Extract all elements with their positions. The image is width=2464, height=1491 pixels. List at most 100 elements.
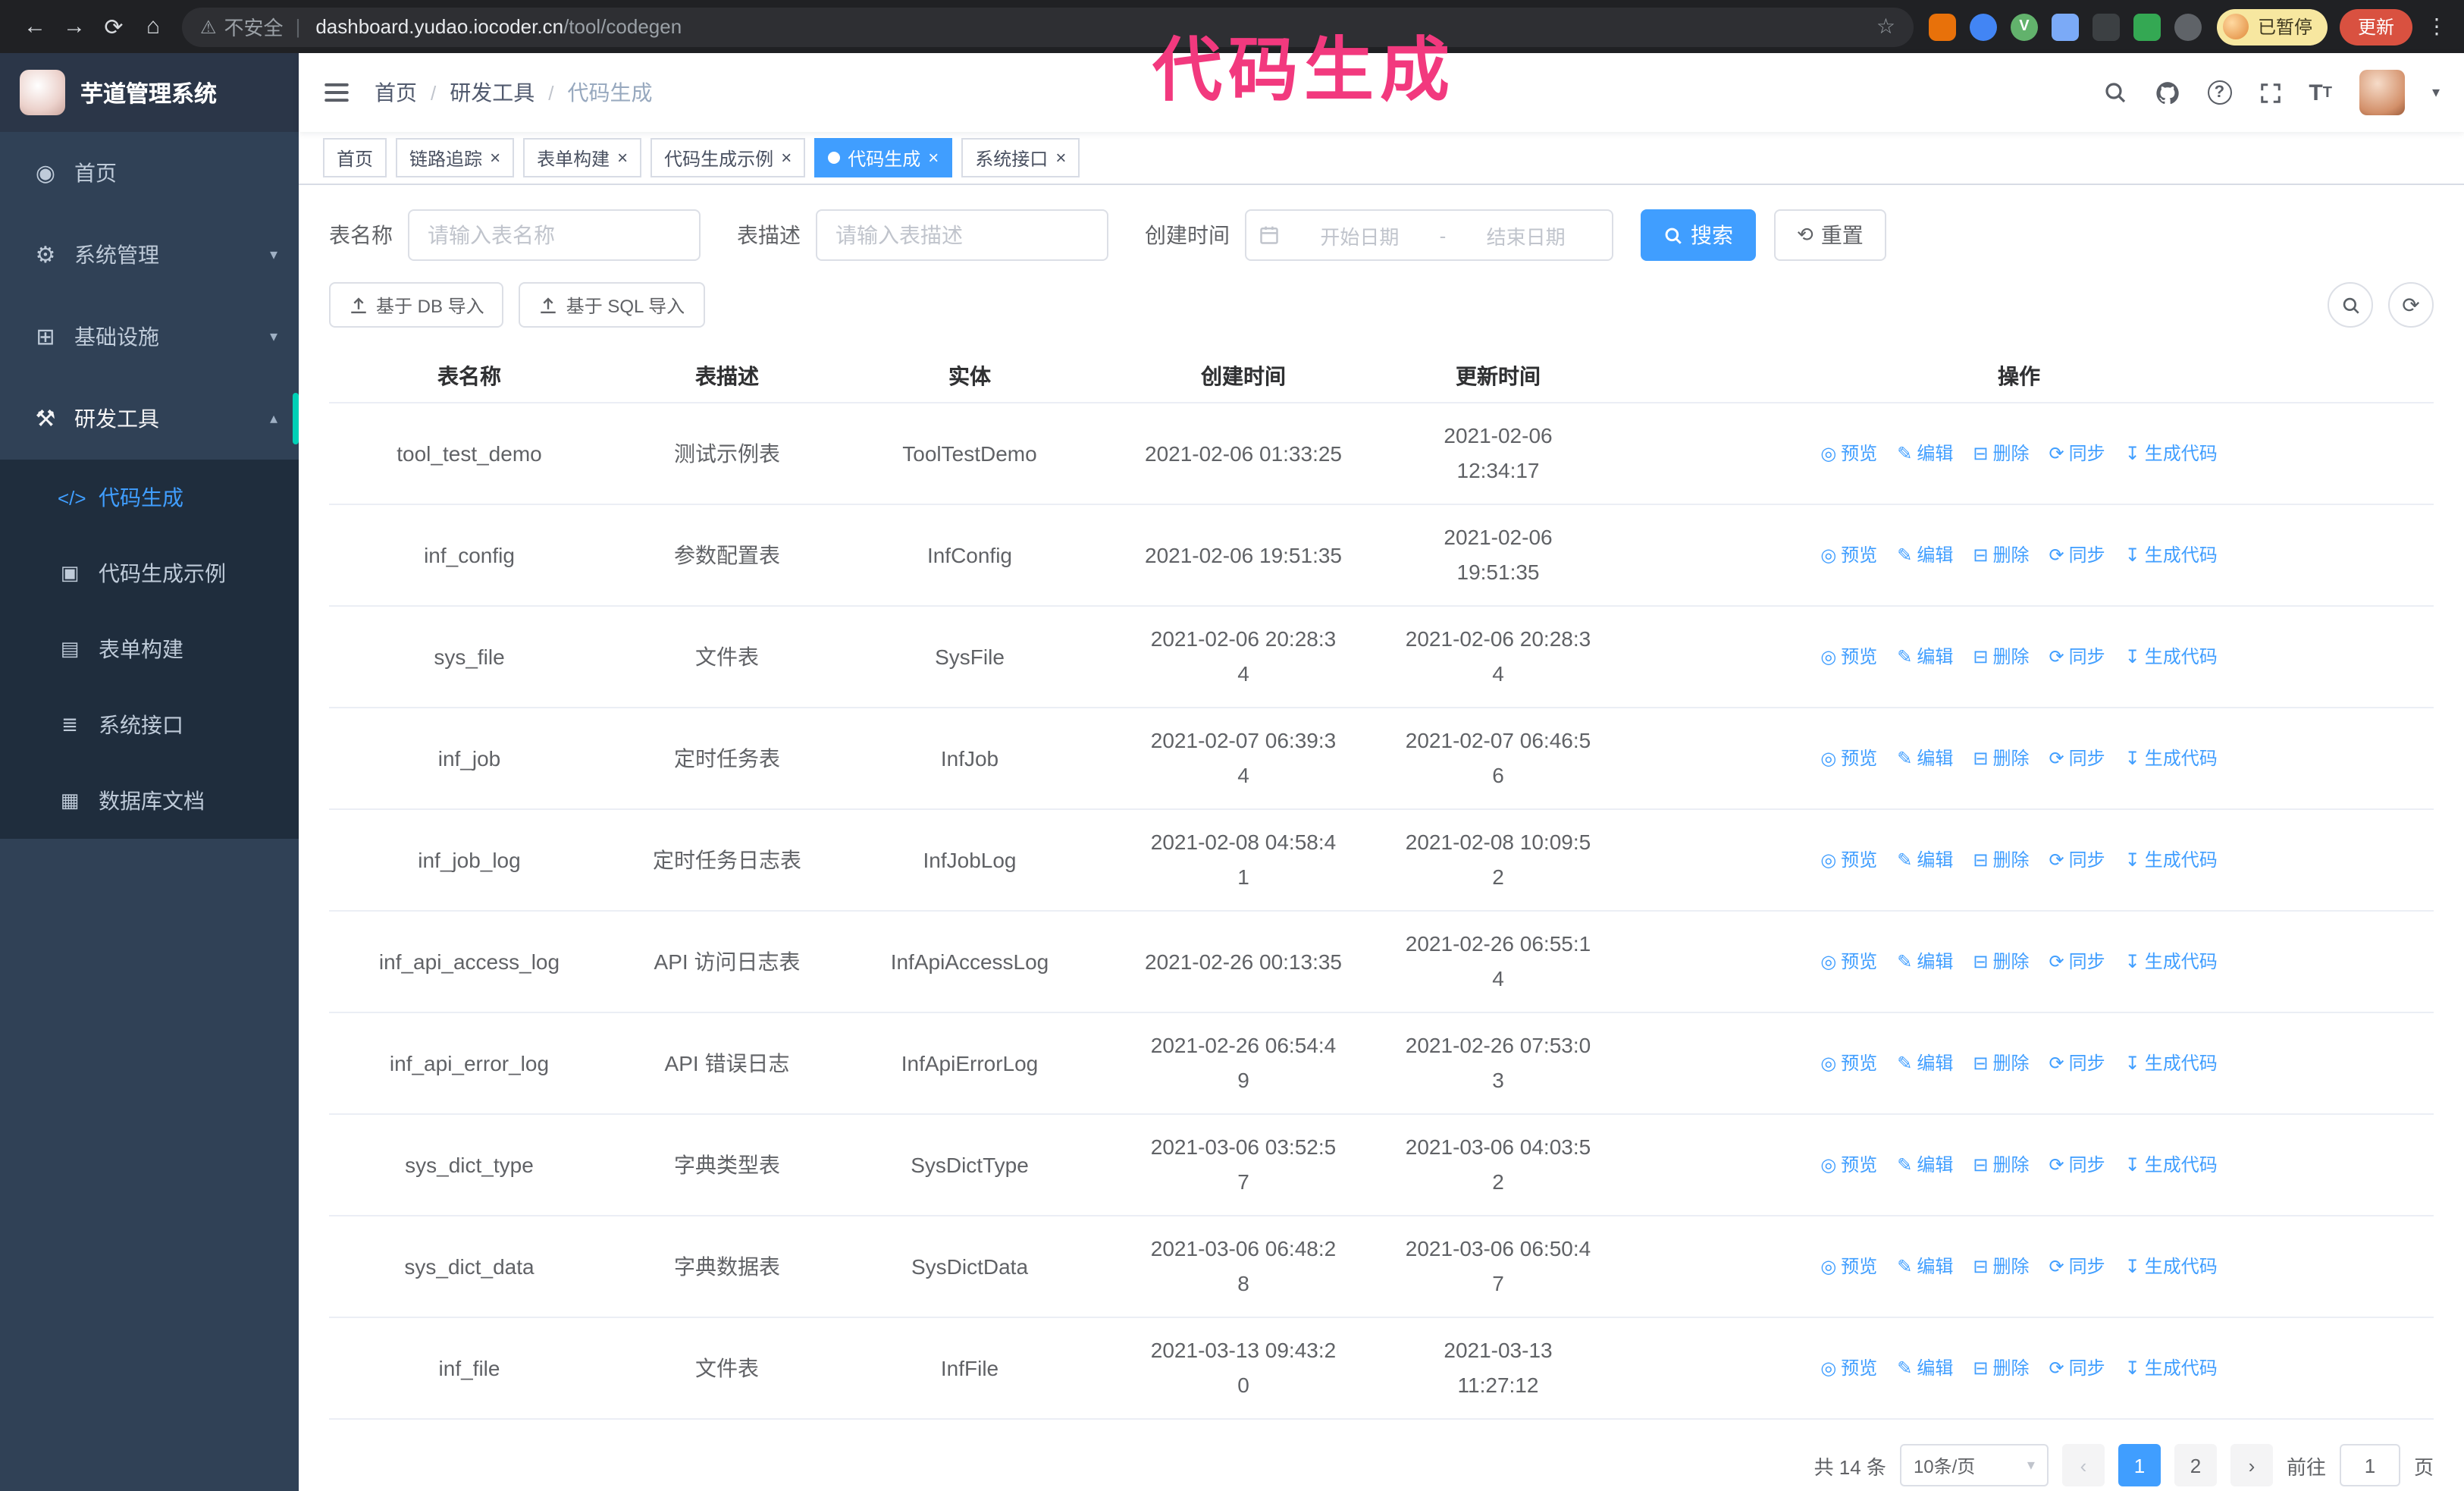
action-sync[interactable]: ⟳ 同步 <box>2049 843 2105 877</box>
sidebar-item-api[interactable]: ≣ 系统接口 <box>0 687 299 763</box>
home-icon[interactable]: ⌂ <box>133 7 173 46</box>
url-text[interactable]: dashboard.yudao.iocoder.cn/tool/codegen <box>315 15 1876 38</box>
action-generate[interactable]: ↧ 生成代码 <box>2125 639 2218 674</box>
action-edit[interactable]: ✎ 编辑 <box>1897 1249 1953 1284</box>
puzzle-icon[interactable] <box>2174 13 2202 40</box>
extension-blue-icon[interactable] <box>1969 13 1997 40</box>
import-sql-button[interactable]: 基于 SQL 导入 <box>519 282 705 328</box>
tab-home[interactable]: 首页 <box>323 138 387 177</box>
action-preview[interactable]: ◎ 预览 <box>1820 843 1877 877</box>
action-sync[interactable]: ⟳ 同步 <box>2049 1249 2105 1284</box>
goto-page-input[interactable] <box>2339 1444 2400 1486</box>
github-icon[interactable] <box>2154 80 2180 105</box>
back-icon[interactable]: ← <box>15 7 55 46</box>
action-sync[interactable]: ⟳ 同步 <box>2049 1351 2105 1386</box>
search-icon[interactable] <box>2102 80 2127 105</box>
action-preview[interactable]: ◎ 预览 <box>1820 639 1877 674</box>
extension-orange-icon[interactable] <box>1928 13 1956 40</box>
tab-api[interactable]: 系统接口 × <box>961 138 1080 177</box>
extension-people-icon[interactable] <box>2051 13 2079 40</box>
tab-codegen-example[interactable]: 代码生成示例 × <box>650 138 806 177</box>
next-page-button[interactable]: › <box>2230 1444 2273 1486</box>
close-icon[interactable]: × <box>490 149 500 167</box>
tab-codegen[interactable]: 代码生成 × <box>814 138 953 177</box>
action-preview[interactable]: ◎ 预览 <box>1820 1147 1877 1182</box>
action-edit[interactable]: ✎ 编辑 <box>1897 1046 1953 1081</box>
action-edit[interactable]: ✎ 编辑 <box>1897 639 1953 674</box>
security-label[interactable]: 不安全 <box>224 12 284 41</box>
extension-green-v-icon[interactable]: V <box>2010 13 2038 40</box>
address-bar[interactable]: ⚠ 不安全 | dashboard.yudao.iocoder.cn/tool/… <box>182 7 1914 46</box>
breadcrumb-home[interactable]: 首页 <box>375 77 417 108</box>
action-generate[interactable]: ↧ 生成代码 <box>2125 538 2218 573</box>
extension-leaf-icon[interactable] <box>2133 13 2161 40</box>
sidebar-item-system[interactable]: ⚙ 系统管理 ▾ <box>0 214 299 296</box>
action-generate[interactable]: ↧ 生成代码 <box>2125 1147 2218 1182</box>
action-generate[interactable]: ↧ 生成代码 <box>2125 436 2218 471</box>
page-button-2[interactable]: 2 <box>2174 1444 2217 1486</box>
font-size-icon[interactable]: TT <box>2309 80 2332 105</box>
profile-paused-badge[interactable]: 已暂停 <box>2216 8 2328 45</box>
prev-page-button[interactable]: ‹ <box>2061 1444 2105 1486</box>
action-delete[interactable]: ⊟ 删除 <box>1973 1046 2029 1081</box>
action-generate[interactable]: ↧ 生成代码 <box>2125 1351 2218 1386</box>
action-delete[interactable]: ⊟ 删除 <box>1973 538 2029 573</box>
page-size-select[interactable]: 10条/页 ▾ <box>1899 1444 2049 1486</box>
search-button[interactable]: 搜索 <box>1641 209 1756 261</box>
sidebar-item-db-doc[interactable]: ▦ 数据库文档 <box>0 763 299 839</box>
action-edit[interactable]: ✎ 编辑 <box>1897 1351 1953 1386</box>
sidebar-item-home[interactable]: ◉ 首页 <box>0 132 299 214</box>
action-sync[interactable]: ⟳ 同步 <box>2049 1147 2105 1182</box>
hamburger-icon[interactable] <box>323 79 350 106</box>
fullscreen-icon[interactable] <box>2259 81 2281 104</box>
app-logo-row[interactable]: 芋道管理系统 <box>0 53 299 132</box>
action-generate[interactable]: ↧ 生成代码 <box>2125 944 2218 979</box>
close-icon[interactable]: × <box>928 149 939 167</box>
action-delete[interactable]: ⊟ 删除 <box>1973 944 2029 979</box>
action-sync[interactable]: ⟳ 同步 <box>2049 639 2105 674</box>
import-db-button[interactable]: 基于 DB 导入 <box>329 282 504 328</box>
action-preview[interactable]: ◎ 预览 <box>1820 944 1877 979</box>
action-edit[interactable]: ✎ 编辑 <box>1897 843 1953 877</box>
action-sync[interactable]: ⟳ 同步 <box>2049 741 2105 776</box>
tab-tracing[interactable]: 链路追踪 × <box>396 138 515 177</box>
action-preview[interactable]: ◎ 预览 <box>1820 436 1877 471</box>
action-delete[interactable]: ⊟ 删除 <box>1973 1351 2029 1386</box>
close-icon[interactable]: × <box>781 149 792 167</box>
tab-form-builder[interactable]: 表单构建 × <box>523 138 642 177</box>
page-button-1[interactable]: 1 <box>2118 1444 2161 1486</box>
action-delete[interactable]: ⊟ 删除 <box>1973 741 2029 776</box>
action-edit[interactable]: ✎ 编辑 <box>1897 741 1953 776</box>
action-sync[interactable]: ⟳ 同步 <box>2049 944 2105 979</box>
action-delete[interactable]: ⊟ 删除 <box>1973 639 2029 674</box>
action-preview[interactable]: ◎ 预览 <box>1820 741 1877 776</box>
close-icon[interactable]: × <box>617 149 628 167</box>
date-range-picker[interactable]: 开始日期 - 结束日期 <box>1245 209 1613 261</box>
reload-icon[interactable]: ⟳ <box>94 7 133 46</box>
bookmark-star-icon[interactable]: ☆ <box>1876 14 1895 39</box>
action-sync[interactable]: ⟳ 同步 <box>2049 538 2105 573</box>
action-generate[interactable]: ↧ 生成代码 <box>2125 1249 2218 1284</box>
breadcrumb-devtools[interactable]: 研发工具 <box>450 77 534 108</box>
action-delete[interactable]: ⊟ 删除 <box>1973 1249 2029 1284</box>
action-generate[interactable]: ↧ 生成代码 <box>2125 741 2218 776</box>
help-icon[interactable]: ? <box>2207 80 2232 105</box>
refresh-table-button[interactable]: ⟳ <box>2388 282 2434 328</box>
action-delete[interactable]: ⊟ 删除 <box>1973 1147 2029 1182</box>
chrome-menu-icon[interactable]: ⋮ <box>2425 14 2449 39</box>
action-delete[interactable]: ⊟ 删除 <box>1973 843 2029 877</box>
action-preview[interactable]: ◎ 预览 <box>1820 1249 1877 1284</box>
action-sync[interactable]: ⟳ 同步 <box>2049 436 2105 471</box>
extension-dark-icon[interactable] <box>2092 13 2120 40</box>
chrome-update-button[interactable]: 更新 <box>2339 8 2412 45</box>
close-icon[interactable]: × <box>1055 149 1066 167</box>
avatar-caret-icon[interactable]: ▾ <box>2432 84 2440 101</box>
forward-icon[interactable]: → <box>55 7 94 46</box>
action-edit[interactable]: ✎ 编辑 <box>1897 538 1953 573</box>
action-preview[interactable]: ◎ 预览 <box>1820 1351 1877 1386</box>
action-generate[interactable]: ↧ 生成代码 <box>2125 1046 2218 1081</box>
toggle-search-button[interactable] <box>2328 282 2373 328</box>
reset-button[interactable]: ⟲ 重置 <box>1774 209 1886 261</box>
user-avatar[interactable] <box>2359 70 2405 115</box>
sidebar-item-form-builder[interactable]: ▤ 表单构建 <box>0 611 299 687</box>
